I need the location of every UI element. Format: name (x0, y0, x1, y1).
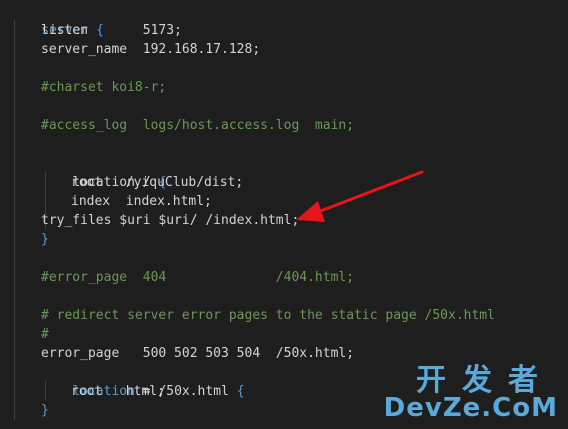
devze-watermark-logo: 开发者 DevZe.CoM (384, 355, 558, 423)
code-line-redirect-comment: # redirect server error pages to the sta… (41, 308, 495, 323)
code-line-server: server { (10, 2, 104, 38)
code-line-hash-comment: # (41, 327, 49, 342)
code-line-location-root: location / { (41, 154, 166, 190)
close-brace: } (41, 403, 49, 418)
code-line-root: root /yiquClub/dist; (71, 175, 244, 190)
code-line-error-page: error_page 500 502 503 504 /50x.html; (41, 346, 355, 361)
open-brace: { (236, 384, 245, 399)
code-line-charset-comment: #charset koi8-r; (41, 80, 167, 95)
code-line-root-html: root html; (71, 384, 165, 399)
code-line-access-log-comment: #access_log logs/host.access.log main; (41, 118, 355, 133)
code-line-listen: listen 5173; (41, 23, 182, 38)
watermark-en-text: DevZe.CoM (383, 393, 558, 423)
code-editor[interactable]: server { listen 5173; server_name 192.16… (0, 0, 568, 429)
close-brace: } (41, 232, 49, 247)
code-line-error-page-comment: #error_page 404 /404.html; (41, 270, 355, 285)
indent-guide (14, 20, 15, 420)
code-line-try-files: try_files $uri $uri/ /index.html; (41, 213, 300, 228)
code-line-index: index index.html; (71, 194, 212, 209)
code-line-server-name: server_name 192.168.17.128; (41, 42, 261, 57)
code-line-location-50x: location = /50x.html { (41, 363, 244, 399)
